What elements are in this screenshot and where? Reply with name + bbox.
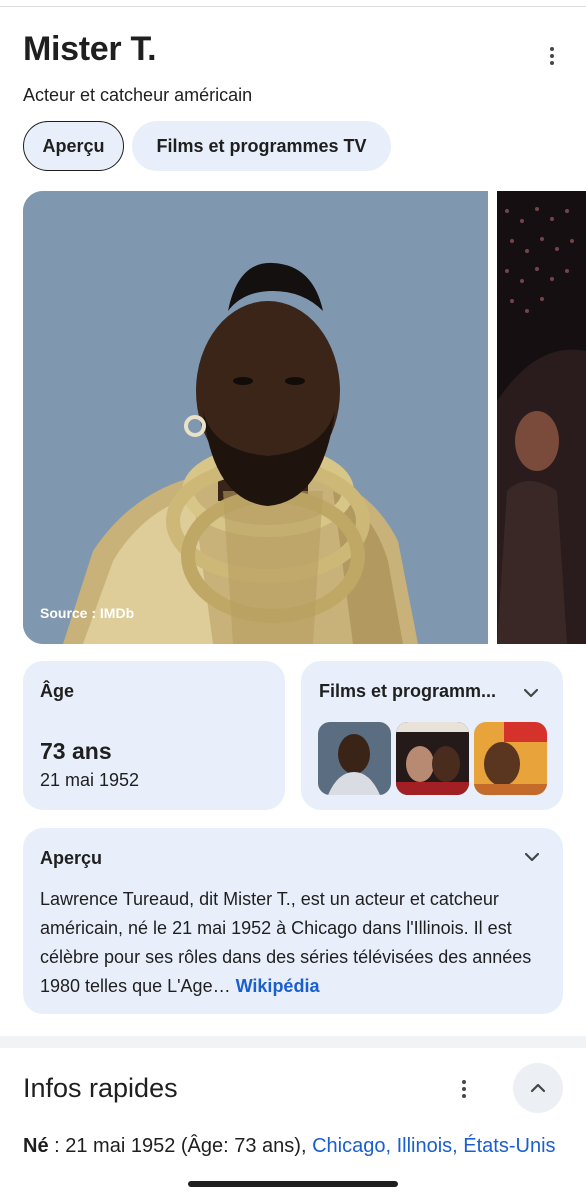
section-divider — [0, 1036, 586, 1048]
secondary-image — [497, 191, 586, 644]
tab-apercu[interactable]: Aperçu — [23, 121, 124, 171]
portrait-image — [23, 191, 488, 644]
main-photo[interactable] — [23, 191, 488, 644]
overview-text: Lawrence Tureaud, dit Mister T., est un … — [40, 885, 550, 1001]
wikipedia-link[interactable]: Wikipédia — [236, 976, 320, 996]
image-source: Source : IMDb — [40, 605, 135, 621]
born-separator: : — [48, 1135, 66, 1157]
birthplace-link[interactable]: Chicago, Illinois, États-Unis — [312, 1135, 555, 1157]
entity-subtitle: Acteur et catcheur américain — [23, 85, 253, 105]
more-options-icon[interactable] — [536, 40, 568, 72]
birth-fact: Né : 21 mai 1952 (Âge: 73 ans), Chicago,… — [23, 1131, 563, 1162]
overview-ellipsis: … — [212, 976, 236, 996]
films-label: Films et programm... — [319, 681, 497, 701]
secondary-photo[interactable] — [497, 191, 586, 644]
top-divider — [0, 6, 586, 7]
film-thumbnail[interactable] — [318, 722, 391, 795]
born-label: Né — [23, 1135, 49, 1157]
chevron-up-icon — [530, 1083, 546, 1093]
birth-date: 21 mai 1952 — [40, 770, 140, 790]
chevron-down-icon[interactable] — [521, 846, 543, 868]
age-label: Âge — [40, 681, 75, 701]
film-poster-image — [396, 722, 469, 795]
overview-card[interactable]: Aperçu Lawrence Tureaud, dit Mister T., … — [23, 828, 563, 1014]
films-card[interactable]: Films et programm... — [301, 661, 563, 810]
born-value: 21 mai 1952 (Âge: 73 ans), — [65, 1135, 313, 1157]
film-thumbnail[interactable] — [474, 722, 547, 795]
age-value: 73 ans — [40, 738, 112, 764]
more-options-icon[interactable] — [448, 1073, 480, 1105]
film-thumbnail[interactable] — [396, 722, 469, 795]
film-poster-image — [474, 722, 547, 795]
tab-films-tv[interactable]: Films et programmes TV — [132, 121, 391, 171]
chevron-down-icon[interactable] — [520, 682, 542, 704]
entity-title: Mister T. — [23, 30, 157, 68]
home-indicator[interactable] — [188, 1181, 398, 1187]
overview-label: Aperçu — [40, 848, 103, 868]
film-poster-image — [318, 722, 391, 795]
collapse-button[interactable] — [513, 1063, 563, 1113]
quick-facts-title: Infos rapides — [23, 1073, 178, 1103]
age-card[interactable]: Âge 73 ans 21 mai 1952 — [23, 661, 285, 810]
